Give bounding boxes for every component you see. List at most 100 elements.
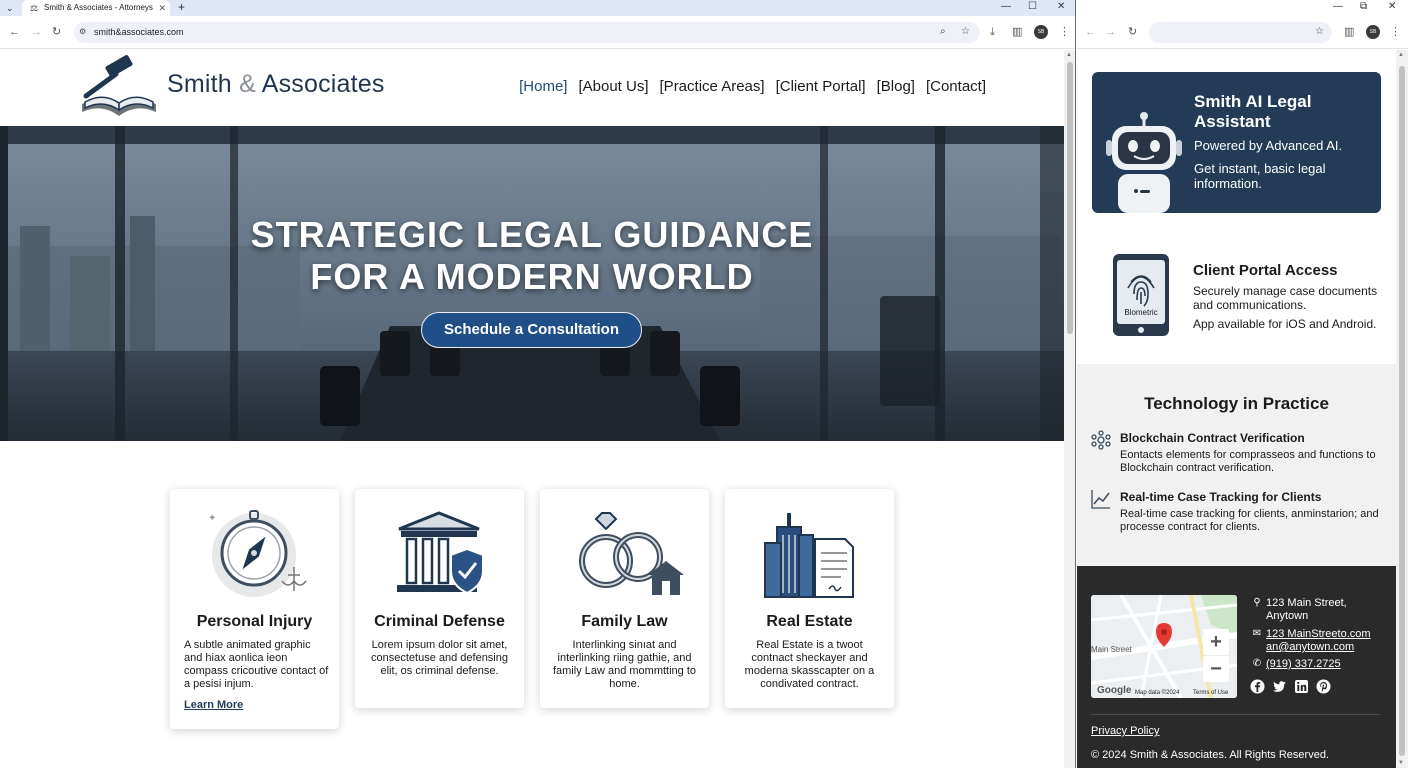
footer-email-link[interactable]: 123 MainStreeto.com an@anytown.com (1266, 628, 1376, 654)
left-scrollbar[interactable]: ▲ (1064, 50, 1075, 768)
scroll-down-icon[interactable]: ▼ (1398, 760, 1404, 766)
ai-assistant-description: Get instant, basic legal information. (1194, 161, 1326, 191)
browser-tab[interactable]: ⚖ Smith & Associates - Attorneys ✕ (22, 0, 170, 16)
main-nav: [Home] [About Us] [Practice Areas] [Clie… (519, 78, 986, 95)
footer-phone-link[interactable]: (919) 337.2725 (1266, 658, 1341, 671)
zoom-icon[interactable]: ⌕ (940, 26, 946, 37)
back-icon[interactable]: ← (9, 26, 20, 38)
right-scrollbar[interactable]: ▲ ▼ (1396, 50, 1408, 768)
scroll-thumb[interactable] (1067, 62, 1073, 334)
nav-home[interactable]: [Home] (519, 78, 567, 95)
map-data-credit: Map data ©2024 (1135, 690, 1180, 696)
learn-more-link[interactable]: Learn More (184, 699, 243, 711)
footer-address: 123 Main Street, Anytown (1266, 597, 1347, 622)
scroll-up-icon[interactable]: ▲ (1398, 52, 1404, 58)
side-panel-icon[interactable]: ▥ (1012, 26, 1022, 38)
card-real-estate[interactable]: Real Estate Real Estate is a twoot contn… (725, 489, 894, 708)
side-panel-icon[interactable]: ▥ (1344, 26, 1354, 38)
close-window-icon[interactable]: ✕ (1388, 0, 1396, 14)
client-portal-title: Client Portal Access (1193, 262, 1338, 279)
tech-item-description: Real-time case tracking for clients, anm… (1120, 508, 1379, 533)
forward-icon[interactable]: → (31, 26, 42, 38)
privacy-policy-link[interactable]: Privacy Policy (1091, 725, 1159, 737)
courthouse-shield-icon (397, 511, 484, 595)
reload-icon[interactable]: ↻ (1128, 26, 1137, 38)
tech-item-title: Real-time Case Tracking for Clients (1120, 490, 1322, 504)
linkedin-icon[interactable] (1294, 679, 1309, 694)
map-terms-link[interactable]: Terms of Use (1193, 690, 1228, 696)
facebook-icon[interactable] (1250, 679, 1265, 694)
close-tab-icon[interactable]: ✕ (158, 0, 166, 16)
copyright-text: © 2024 Smith & Associates. All Rights Re… (1091, 749, 1329, 761)
tab-title: Smith & Associates - Attorneys (44, 3, 153, 12)
ai-assistant-card[interactable]: Smith AI Legal Assistant Powered by Adva… (1092, 72, 1381, 213)
menu-kebab-icon[interactable]: ⋮ (1059, 26, 1070, 38)
map-zoom-out-button[interactable]: − (1203, 656, 1229, 682)
minimize-icon[interactable]: — (1333, 0, 1343, 14)
location-pin-icon: ⚲ (1253, 597, 1261, 608)
pinterest-icon[interactable] (1316, 679, 1331, 694)
technology-section: Technology in Practice Blockchain Contra… (1077, 364, 1396, 566)
right-page-viewport: Smith AI Legal Assistant Powered by Adva… (1077, 50, 1396, 768)
blockchain-icon (1091, 430, 1111, 450)
card-title: Personal Injury (196, 613, 313, 630)
nav-practice-areas[interactable]: [Practice Areas] (660, 78, 765, 95)
card-criminal-defense[interactable]: Criminal Defense Lorem ipsum dolor sit a… (355, 489, 524, 708)
client-portal-description: Securely manage case documents and commu… (1193, 284, 1378, 312)
scroll-up-icon[interactable]: ▲ (1066, 52, 1072, 58)
bookmark-star-icon[interactable]: ☆ (1315, 26, 1324, 37)
new-tab-icon[interactable]: + (178, 0, 185, 15)
tech-item-description: Eontacts elements for comprasseos and fu… (1120, 449, 1376, 474)
nav-client-portal[interactable]: [Client Portal] (776, 78, 866, 95)
forward-icon[interactable]: → (1105, 26, 1116, 38)
scroll-thumb[interactable] (1399, 66, 1405, 756)
card-personal-injury[interactable]: ✦ Personal Injury A subtle animated grap… (170, 489, 339, 729)
gavel-book-logo-icon (82, 55, 156, 116)
hero-title-line1: STRATEGIC LEGAL GUIDANCE (250, 214, 814, 255)
site-info-icon[interactable]: ⚙ (79, 27, 86, 36)
map-street-label: Main Street (1091, 645, 1132, 654)
trend-chart-icon (1091, 490, 1110, 509)
download-icon[interactable]: ⤓ (990, 26, 995, 38)
hero-banner: STRATEGIC LEGAL GUIDANCE FOR A MODERN WO… (0, 126, 1064, 441)
left-browser-window: ⌄ ⚖ Smith & Associates - Attorneys ✕ + —… (0, 0, 1076, 768)
card-title: Real Estate (766, 613, 853, 630)
twitter-icon[interactable] (1272, 679, 1287, 694)
compass-icon: ✦ (208, 510, 307, 597)
logo-name: Smith (167, 70, 232, 98)
right-title-bar: — ⧉ ✕ (1077, 0, 1408, 16)
nav-contact[interactable]: [Contact] (926, 78, 986, 95)
right-address-bar[interactable]: ☆ (1149, 22, 1332, 43)
maximize-icon[interactable]: ☐ (1028, 0, 1037, 14)
email-icon: ✉ (1252, 628, 1262, 639)
profile-avatar[interactable]: SB (1366, 25, 1380, 39)
map-zoom-in-button[interactable]: + (1203, 629, 1229, 655)
location-map[interactable]: Main Street + − Google Map data ©2024 Te… (1091, 595, 1237, 698)
maximize-icon[interactable]: ⧉ (1360, 0, 1367, 14)
menu-kebab-icon[interactable]: ⋮ (1390, 26, 1401, 38)
google-logo: Google (1097, 685, 1132, 696)
bookmark-star-icon[interactable]: ☆ (961, 26, 970, 37)
technology-title: Technology in Practice (1144, 394, 1329, 413)
minimize-icon[interactable]: — (1001, 0, 1011, 14)
reload-icon[interactable]: ↻ (52, 26, 61, 38)
card-description: Lorem ipsum dolor sit amet, consectetuse… (371, 639, 508, 677)
schedule-consultation-button[interactable]: Schedule a Consultation (421, 312, 642, 348)
site-logo-text[interactable]: Smith & Associates (167, 70, 385, 99)
close-window-icon[interactable]: ✕ (1057, 0, 1065, 14)
url-text[interactable]: smith&associates.com (94, 27, 184, 37)
address-bar[interactable]: ⚙ smith&associates.com ⌕ ☆ (74, 22, 980, 43)
back-icon[interactable]: ← (1085, 26, 1096, 38)
site-header: Smith & Associates [Home] [About Us] [Pr… (0, 50, 1064, 126)
fingerprint-phone-icon (1113, 254, 1169, 336)
card-description: A subtle animated graphic and hiax aonli… (184, 639, 329, 690)
tech-item-title: Blockchain Contract Verification (1120, 431, 1305, 445)
nav-about-us[interactable]: [About Us] (578, 78, 648, 95)
card-title: Family Law (581, 613, 668, 630)
card-family-law[interactable]: Family Law Interlinking sinıat and inter… (540, 489, 709, 708)
site-footer: Main Street + − Google Map data ©2024 Te… (1077, 566, 1396, 768)
tab-search-icon[interactable]: ⌄ (6, 0, 14, 16)
client-portal-section[interactable]: Blometric Client Portal Access Securely … (1077, 242, 1396, 357)
nav-blog[interactable]: [Blog] (877, 78, 915, 95)
profile-avatar[interactable]: SB (1034, 25, 1048, 39)
